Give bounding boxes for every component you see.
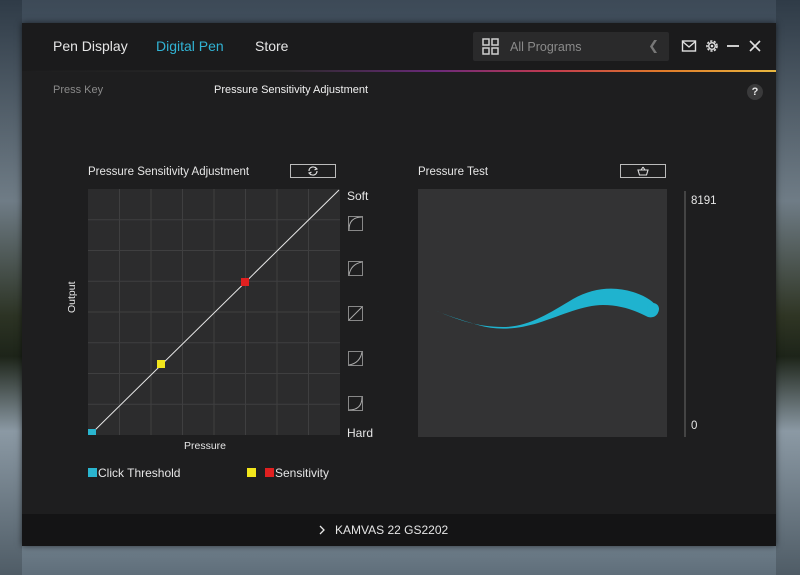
clear-button[interactable] [620,164,666,178]
sensitivity-high-handle[interactable] [241,278,249,286]
pressure-test-svg [434,288,659,329]
hard-label: Hard [347,426,374,440]
tab-digital-pen[interactable]: Digital Pen [156,38,224,54]
pressure-meter [684,191,686,437]
program-selector-label: All Programs [510,40,582,54]
pressure-min-label: 0 [691,420,698,432]
click-threshold-handle[interactable] [88,429,96,437]
curve-preset-soft[interactable] [348,261,363,276]
subnav-pressure-sensitivity[interactable]: Pressure Sensitivity Adjustment [214,84,368,96]
subnav-press-key[interactable]: Press Key [53,84,103,96]
app-window: Pen Display Digital Pen Store All Progra… [22,23,776,546]
device-name[interactable]: KAMVAS 22 GS2202 [335,523,448,537]
refresh-icon [307,166,319,176]
legend-sensitivity-red-swatch [265,468,274,477]
reset-button[interactable] [290,164,336,178]
help-button[interactable]: ? [747,84,763,100]
curve-hard-icon [348,351,363,366]
pressure-test-title: Pressure Test [418,166,489,178]
curve-preset-hardest[interactable] [348,396,363,411]
curve-linear-icon [348,306,363,321]
curve-soft-icon [348,261,363,276]
device-footer: KAMVAS 22 GS2202 [22,514,776,546]
pressure-test-canvas[interactable] [418,189,667,437]
curve-preset-softest[interactable] [348,216,363,231]
y-axis-label: Output [66,281,78,313]
desktop-background-left [0,0,22,575]
gear-icon[interactable] [704,38,720,54]
legend-click-threshold-swatch [88,468,97,477]
title-divider [22,70,776,72]
legend-sensitivity-label: Sensitivity [275,466,330,480]
x-axis-label: Pressure [184,440,227,452]
pen-stroke-end [647,303,659,315]
pressure-adjust-title: Pressure Sensitivity Adjustment [88,166,250,178]
curve-preset-hard[interactable] [348,351,363,366]
title-bar: Pen Display Digital Pen Store All Progra… [22,23,776,71]
curve-preset-linear[interactable] [348,306,363,321]
curve-hardest-icon [348,396,363,411]
tab-pen-display[interactable]: Pen Display [53,38,128,54]
soft-label: Soft [347,189,369,203]
sensitivity-low-handle[interactable] [157,360,165,368]
pressure-curve-svg [88,189,340,437]
grid-icon [482,38,499,55]
tab-store[interactable]: Store [255,38,288,54]
legend-click-threshold-label: Click Threshold [98,466,181,480]
pressure-max-label: 8191 [691,195,717,207]
basket-icon [637,166,649,176]
chevron-right-icon[interactable] [318,525,326,535]
minimize-icon[interactable] [725,38,741,54]
chevron-left-icon[interactable]: ❮ [648,38,659,54]
close-icon[interactable] [747,38,763,54]
program-selector[interactable]: All Programs ❮ [473,32,669,61]
desktop-background-right [776,0,800,575]
pressure-curve-chart[interactable] [88,189,340,437]
mail-icon[interactable] [681,38,697,54]
pen-stroke [434,288,659,329]
curve-softest-icon [348,216,363,231]
legend-sensitivity-yellow-swatch [247,468,256,477]
